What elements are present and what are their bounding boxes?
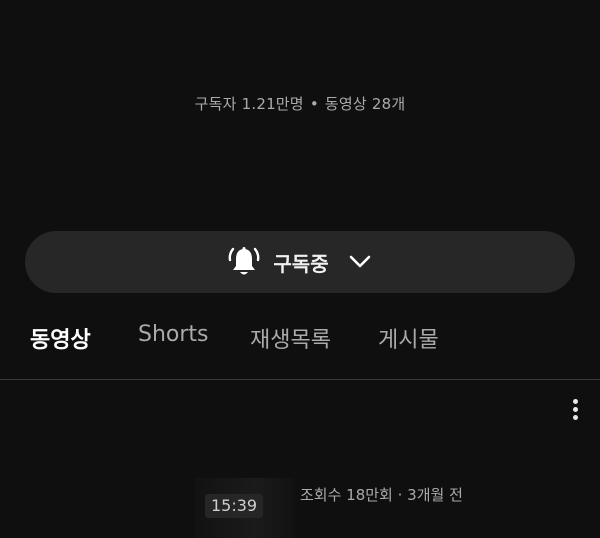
more-vert-icon[interactable] bbox=[562, 394, 588, 424]
channel-tabs: 동영상 Shorts 재생목록 게시물 bbox=[0, 322, 600, 368]
more-dot bbox=[572, 406, 578, 412]
video-duration-badge: 15:39 bbox=[205, 494, 264, 518]
more-dot bbox=[572, 414, 578, 420]
tabs-divider bbox=[0, 379, 600, 380]
subscriber-count: 구독자 1.21만명 bbox=[194, 95, 304, 113]
channel-page: 구독자 1.21만명 • 동영상 28개 구독중 동영상 Shorts 재생목록 게… bbox=[0, 0, 600, 538]
bell-icon bbox=[229, 247, 260, 275]
tab-posts[interactable]: 게시물 bbox=[378, 322, 439, 354]
subscribed-button[interactable]: 구독중 bbox=[25, 231, 575, 293]
video-count: 동영상 28개 bbox=[324, 95, 406, 113]
separator-dot: • bbox=[309, 95, 319, 113]
tab-shorts[interactable]: Shorts bbox=[138, 322, 209, 347]
tab-playlists[interactable]: 재생목록 bbox=[250, 322, 331, 354]
video-metadata: 조회수 18만회 · 3개월 전 bbox=[300, 486, 463, 504]
chevron-down-icon bbox=[349, 255, 370, 268]
more-dot bbox=[572, 398, 578, 404]
tab-videos[interactable]: 동영상 bbox=[30, 322, 91, 354]
subscribed-label: 구독중 bbox=[273, 251, 329, 276]
channel-stats: 구독자 1.21만명 • 동영상 28개 bbox=[0, 93, 600, 114]
